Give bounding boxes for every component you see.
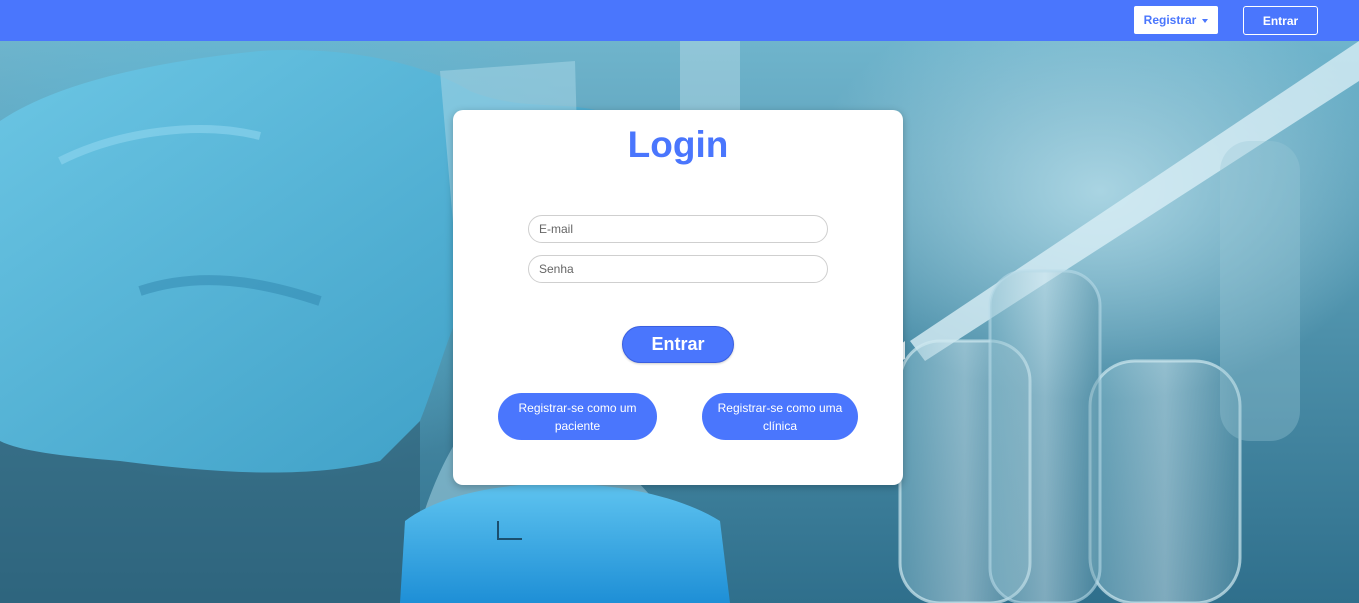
nav-login-button[interactable]: Entrar (1243, 6, 1318, 35)
top-navbar: Registrar Entrar (0, 0, 1359, 41)
password-field[interactable] (528, 255, 828, 283)
email-field[interactable] (528, 215, 828, 243)
register-patient-button[interactable]: Registrar-se como um paciente (498, 393, 657, 440)
login-title: Login (627, 124, 729, 165)
caret-down-icon (1202, 18, 1209, 23)
register-dropdown-label: Registrar (1143, 13, 1197, 27)
register-dropdown-button[interactable]: Registrar (1134, 6, 1218, 34)
login-card: Login Entrar Registrar-se como um pacien… (453, 110, 903, 485)
register-clinic-button[interactable]: Registrar-se como uma clínica (702, 393, 858, 440)
login-submit-button[interactable]: Entrar (622, 326, 734, 363)
